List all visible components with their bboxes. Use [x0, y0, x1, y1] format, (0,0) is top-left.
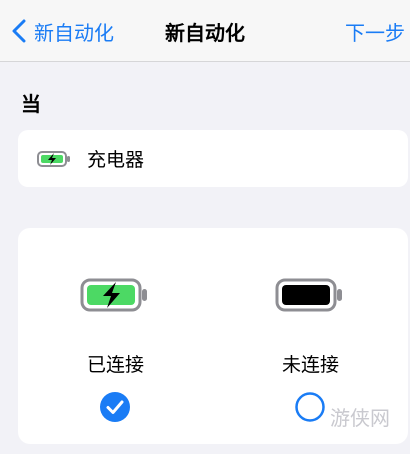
checkmark-circle-icon[interactable]: [100, 392, 130, 422]
empty-circle-icon[interactable]: [295, 392, 325, 422]
watermark: 游侠网: [330, 406, 390, 430]
trigger-label: 充电器: [87, 149, 145, 171]
option-connected-label: 已连接: [86, 354, 144, 376]
battery-charging-icon: [80, 278, 147, 312]
option-disconnected-label: 未连接: [281, 354, 339, 376]
nav-bar: 新自动化 新自动化 下一步: [0, 0, 410, 62]
trigger-card: 充电器: [18, 130, 408, 187]
option-connected[interactable]: 已连接: [18, 228, 213, 444]
charging-battery-icon: [37, 150, 70, 167]
battery-full-icon: [275, 278, 342, 312]
next-button[interactable]: 下一步: [345, 17, 405, 46]
section-header-when: 当: [21, 92, 41, 116]
